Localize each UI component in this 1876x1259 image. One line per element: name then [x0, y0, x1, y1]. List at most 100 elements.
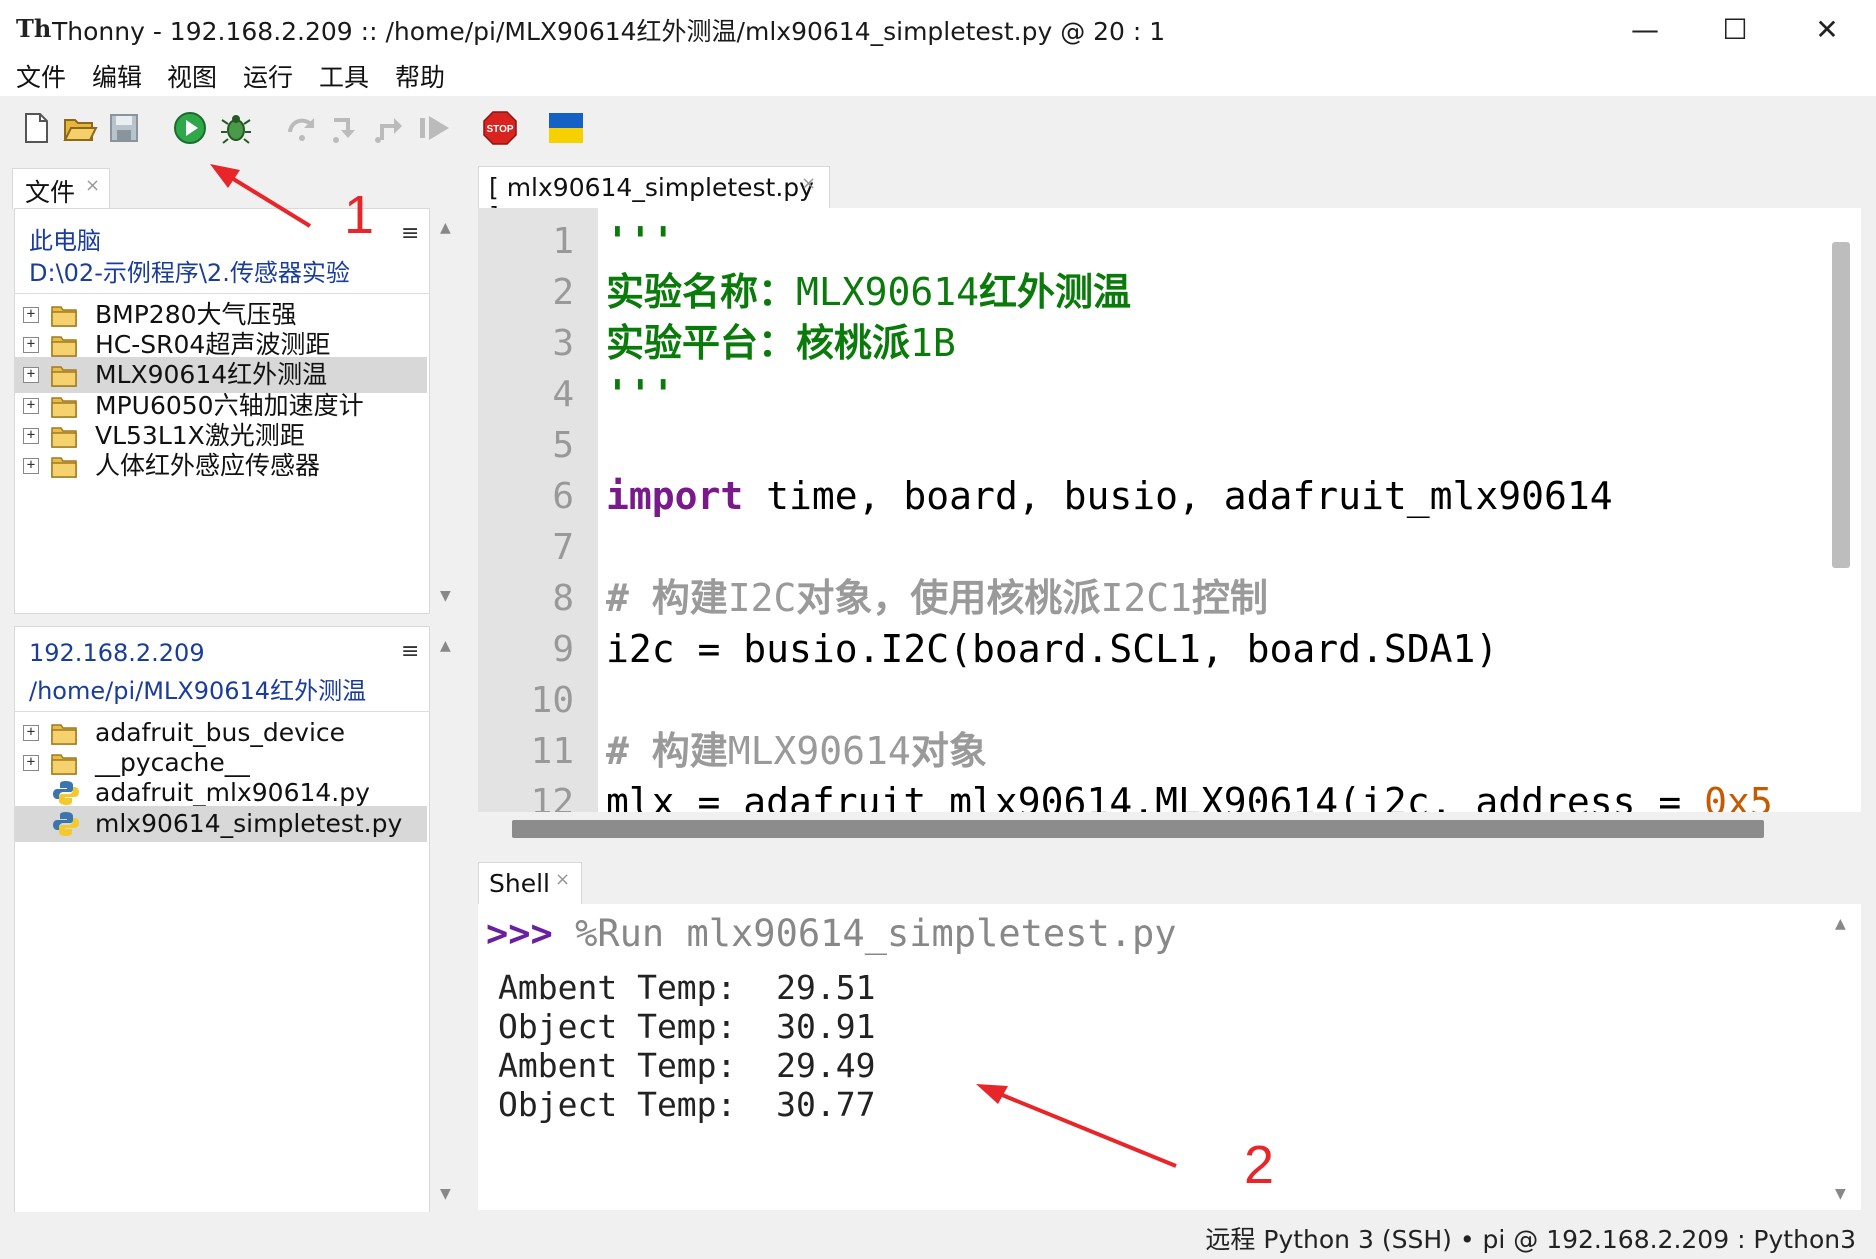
line-number: 5	[552, 425, 574, 466]
ukraine-flag-icon[interactable]	[548, 110, 584, 146]
scroll-up-icon[interactable]: ▲	[440, 638, 451, 654]
menu-tools[interactable]: 工具	[311, 60, 377, 96]
remote-pane-scrollbar[interactable]: ▲ ▼	[430, 626, 462, 1212]
code-line-12[interactable]: mlx = adafruit_mlx90614.MLX90614(i2c, ad…	[606, 777, 1773, 812]
line-number: 10	[530, 680, 574, 721]
menu-view[interactable]: 视图	[159, 60, 225, 96]
folder-icon	[51, 306, 77, 327]
file-tree-item[interactable]: mlx90614_simpletest.py	[15, 805, 427, 842]
scroll-up-icon[interactable]: ▲	[1835, 916, 1846, 932]
menu-help[interactable]: 帮助	[387, 60, 453, 96]
code-line-11[interactable]: # 构建MLX90614对象	[606, 726, 987, 777]
divider	[15, 711, 429, 712]
expand-icon[interactable]: +	[23, 755, 39, 772]
remote-path-breadcrumb[interactable]: /home/pi/MLX90614红外测温	[29, 671, 366, 706]
files-tab[interactable]: 文件 ×	[12, 168, 110, 209]
divider	[15, 293, 429, 294]
editor-horizontal-scrollbar-thumb[interactable]	[512, 820, 1764, 838]
local-pane-scrollbar[interactable]: ▲ ▼	[430, 208, 462, 612]
file-tree-item[interactable]: + 人体红外感应传感器	[15, 448, 427, 484]
code-line-3[interactable]: 实验平台：核桃派1B	[606, 318, 956, 369]
python-file-icon	[53, 811, 79, 836]
editor-vertical-scrollbar-thumb[interactable]	[1832, 242, 1850, 568]
maximize-button[interactable]: ☐	[1700, 6, 1770, 54]
shell-tab-label: Shell	[489, 869, 550, 898]
minimize-button[interactable]: —	[1610, 6, 1680, 54]
menu-run[interactable]: 运行	[235, 60, 301, 96]
status-bar: 远程 Python 3 (SSH) • pi @ 192.168.2.209 :…	[0, 1212, 1876, 1259]
editor-horizontal-scrollbar[interactable]	[478, 812, 1861, 848]
code-line-2[interactable]: 实验名称：MLX90614红外测温	[606, 267, 1131, 318]
folder-icon	[51, 366, 77, 388]
new-file-icon[interactable]	[18, 110, 54, 146]
expand-icon[interactable]: +	[23, 427, 39, 444]
scroll-down-icon[interactable]: ▼	[440, 1186, 451, 1202]
line-number: 7	[552, 527, 574, 568]
files-tab-close-icon[interactable]: ×	[85, 175, 100, 196]
remote-pane-menu-icon[interactable]: ≡	[401, 639, 419, 664]
line-number: 6	[552, 476, 574, 517]
annotation-marker-2: 2	[1244, 1135, 1275, 1195]
local-pane-menu-icon[interactable]: ≡	[401, 221, 419, 246]
stop-icon[interactable]: STOP	[482, 110, 518, 146]
expand-icon[interactable]: +	[23, 307, 39, 323]
expand-icon[interactable]: +	[23, 337, 39, 354]
folder-icon	[51, 336, 77, 357]
save-icon[interactable]	[106, 110, 142, 146]
remote-pane-title[interactable]: 192.168.2.209	[29, 639, 205, 667]
editor-tab[interactable]: [ mlx90614_simpletest.py ] ×	[478, 166, 830, 231]
line-number: 2	[552, 272, 574, 313]
menu-edit[interactable]: 编辑	[84, 60, 150, 96]
scroll-down-icon[interactable]: ▼	[1835, 1186, 1846, 1202]
stop-label: STOP	[486, 124, 513, 135]
shell-console[interactable]: >>> %Run mlx90614_simpletest.py Ambent T…	[478, 904, 1861, 1210]
annotation-marker-1: 1	[344, 185, 375, 245]
title-bar: Th Thonny - 192.168.2.209 :: /home/pi/ML…	[0, 0, 1876, 61]
backend-status[interactable]: 远程 Python 3 (SSH) • pi @ 192.168.2.209 :…	[1205, 1220, 1856, 1256]
line-number: 3	[552, 323, 574, 364]
open-file-icon[interactable]	[62, 110, 98, 146]
shell-scrollbar[interactable]: ▲ ▼	[1826, 904, 1858, 1210]
code-line-6[interactable]: import time, board, busio, adafruit_mlx9…	[606, 471, 1613, 522]
scroll-up-icon[interactable]: ▲	[440, 220, 451, 236]
shell-tab-close-icon[interactable]: ×	[555, 869, 570, 890]
folder-icon	[51, 427, 77, 448]
expand-icon[interactable]: +	[23, 458, 39, 474]
menu-file[interactable]: 文件	[8, 60, 74, 96]
remote-files-pane: 192.168.2.209 /home/pi/MLX90614红外测温 ≡ + a…	[14, 626, 430, 1214]
step-over-icon[interactable]	[284, 110, 320, 146]
folder-icon	[51, 754, 77, 775]
step-out-icon[interactable]	[372, 110, 408, 146]
expand-icon[interactable]: +	[23, 367, 39, 384]
toolbar: STOP	[0, 96, 1876, 162]
window-title: Thonny - 192.168.2.209 :: /home/pi/MLX90…	[52, 17, 1166, 46]
expand-icon[interactable]: +	[23, 397, 39, 414]
shell-prompt: >>>	[486, 912, 553, 955]
local-path-breadcrumb[interactable]: D:\02-示例程序\2.传感器实验	[29, 253, 350, 288]
resume-icon[interactable]	[416, 110, 452, 146]
python-file-icon	[53, 781, 79, 806]
editor-tab-close-icon[interactable]: ×	[801, 173, 816, 194]
local-pane-title[interactable]: 此电脑	[29, 221, 101, 256]
code-line-4[interactable]: '''	[606, 369, 675, 420]
line-number: 4	[552, 374, 574, 415]
debug-icon[interactable]	[218, 110, 254, 146]
step-into-icon[interactable]	[328, 110, 364, 146]
file-tree-item-label: 人体红外感应传感器	[95, 451, 321, 480]
code-line-8[interactable]: # 构建I2C对象，使用核桃派I2C1控制	[606, 573, 1268, 624]
code-line-1[interactable]: '''	[606, 216, 675, 267]
close-button[interactable]: ✕	[1792, 6, 1862, 54]
expand-icon[interactable]: +	[23, 725, 39, 741]
thonny-logo-icon: Th	[16, 14, 52, 43]
shell-command: %Run mlx90614_simpletest.py	[552, 912, 1177, 955]
folder-icon	[51, 457, 77, 478]
run-icon[interactable]	[172, 110, 208, 146]
arrow-1-head	[210, 164, 240, 188]
line-number: 11	[530, 731, 574, 772]
scroll-down-icon[interactable]: ▼	[440, 588, 451, 604]
shell-tab[interactable]: Shell ×	[478, 862, 582, 905]
line-number: 1	[552, 221, 574, 262]
code-line-9[interactable]: i2c = busio.I2C(board.SCL1, board.SDA1)	[606, 624, 1498, 675]
shell-output-line: Ambent Temp: 29.49	[498, 1046, 876, 1085]
folder-icon	[51, 396, 77, 418]
